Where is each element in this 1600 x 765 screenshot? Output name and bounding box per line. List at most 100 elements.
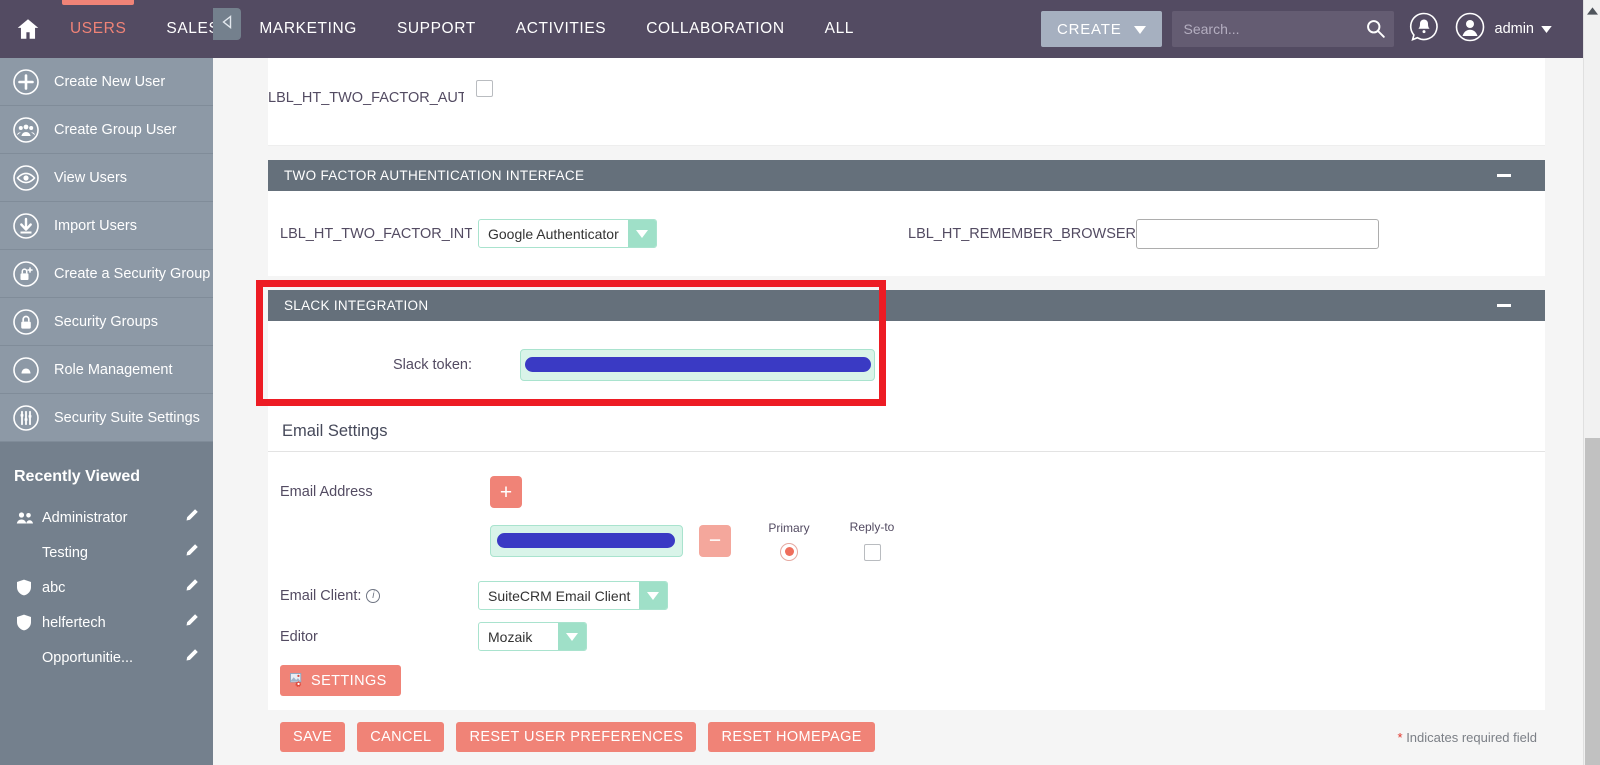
shield-icon bbox=[16, 579, 36, 596]
reset-user-preferences-button-label: RESET USER PREFERENCES bbox=[469, 729, 684, 745]
sidebar-item-create-group-user[interactable]: Create Group User bbox=[0, 106, 213, 154]
tab-users-label: USERS bbox=[70, 20, 127, 37]
tab-marketing[interactable]: MARKETING bbox=[239, 0, 377, 58]
two-factor-auth-row-panel: LBL_HT_TWO_FACTOR_AUTH: bbox=[268, 58, 1545, 146]
home-icon[interactable] bbox=[6, 16, 50, 42]
tab-all-label: ALL bbox=[824, 20, 855, 37]
minus-icon[interactable] bbox=[1497, 174, 1511, 177]
email-settings-panel: Email Settings Email Address + − Primary bbox=[268, 408, 1545, 710]
notification-bell-icon[interactable] bbox=[1408, 11, 1440, 48]
save-button-label: SAVE bbox=[293, 729, 333, 745]
email-client-label: Email Client: bbox=[280, 587, 362, 604]
search-box[interactable] bbox=[1171, 11, 1394, 47]
add-email-button-label: + bbox=[499, 480, 513, 504]
email-address-entry-row: − Primary Reply-to bbox=[268, 508, 1545, 561]
email-settings-title: Email Settings bbox=[268, 408, 1545, 452]
add-email-button[interactable]: + bbox=[490, 476, 522, 508]
minus-icon[interactable] bbox=[1497, 304, 1511, 307]
eye-icon bbox=[12, 164, 40, 192]
required-note-text: Indicates required field bbox=[1406, 729, 1537, 745]
main-content: LBL_HT_TWO_FACTOR_AUTH: TWO FACTOR AUTHE… bbox=[213, 58, 1600, 765]
sidebar-item-security-groups[interactable]: Security Groups bbox=[0, 298, 213, 346]
tab-support[interactable]: SUPPORT bbox=[377, 0, 496, 58]
recent-item-opportunities[interactable]: Opportunitie... bbox=[0, 640, 213, 675]
required-star: * bbox=[1397, 729, 1403, 745]
pencil-icon[interactable] bbox=[184, 648, 199, 667]
sidebar-item-create-new-user[interactable]: Create New User bbox=[0, 58, 213, 106]
email-client-label-wrap: Email Client: i bbox=[268, 588, 478, 604]
recent-item-testing[interactable]: Testing bbox=[0, 535, 213, 570]
tab-collaboration[interactable]: COLLABORATION bbox=[626, 0, 804, 58]
scrollbar-thumb[interactable] bbox=[1585, 438, 1600, 765]
pencil-icon[interactable] bbox=[184, 613, 199, 632]
email-address-label: Email Address bbox=[280, 484, 373, 500]
module-tabs: USERS SALES MARKETING SUPPORT ACTIVITIES… bbox=[50, 0, 874, 58]
two-factor-interface-label: LBL_HT_TWO_FACTOR_INTERFA bbox=[280, 225, 472, 242]
slack-token-redaction bbox=[525, 357, 871, 372]
email-client-select[interactable]: SuiteCRM Email Client bbox=[478, 581, 669, 610]
replyto-column: Reply-to bbox=[841, 520, 903, 561]
info-icon[interactable]: i bbox=[366, 588, 381, 603]
remove-email-button-label: − bbox=[708, 529, 722, 552]
sidebar-collapse-toggle[interactable] bbox=[213, 8, 241, 40]
email-client-select-value: SuiteCRM Email Client bbox=[488, 587, 631, 604]
sidebar: Create New User Create Group User View U bbox=[0, 58, 213, 765]
user-preferences-form: LBL_HT_TWO_FACTOR_AUTH: TWO FACTOR AUTHE… bbox=[213, 58, 1600, 752]
cancel-button[interactable]: CANCEL bbox=[357, 722, 445, 752]
sidebar-item-security-suite-settings[interactable]: Security Suite Settings bbox=[0, 394, 213, 442]
sidebar-item-create-a-security-group[interactable]: Create a Security Group bbox=[0, 250, 213, 298]
header-actions: CREATE Search... admin bbox=[1040, 11, 1600, 48]
remember-browser-input[interactable] bbox=[1136, 218, 1380, 249]
primary-radio[interactable] bbox=[780, 542, 798, 561]
recent-item-abc[interactable]: abc bbox=[0, 570, 213, 605]
two-factor-interface-panel-body: LBL_HT_TWO_FACTOR_INTERFA Google Authent… bbox=[268, 191, 1545, 276]
sidebar-item-view-users[interactable]: View Users bbox=[0, 154, 213, 202]
two-factor-interface-field: LBL_HT_TWO_FACTOR_INTERFA Google Authent… bbox=[268, 219, 908, 248]
tab-activities[interactable]: ACTIVITIES bbox=[496, 0, 626, 58]
recent-item-administrator[interactable]: Administrator bbox=[0, 500, 213, 535]
remove-email-button[interactable]: − bbox=[699, 524, 731, 557]
slack-integration-panel-header[interactable]: SLACK INTEGRATION bbox=[268, 290, 1545, 321]
user-avatar-icon[interactable] bbox=[1454, 11, 1486, 48]
editor-label: Editor bbox=[280, 628, 318, 645]
vertical-scrollbar[interactable] bbox=[1583, 0, 1600, 765]
editor-select[interactable]: Mozaik bbox=[478, 622, 587, 651]
tab-all[interactable]: ALL bbox=[805, 0, 874, 58]
sidebar-item-label: Import Users bbox=[54, 217, 137, 234]
two-factor-auth-label: LBL_HT_TWO_FACTOR_AUTH: bbox=[268, 89, 464, 106]
reset-homepage-button[interactable]: RESET HOMEPAGE bbox=[708, 722, 875, 752]
save-button[interactable]: SAVE bbox=[280, 722, 346, 752]
scroll-up-arrow-icon[interactable] bbox=[1587, 2, 1598, 20]
two-factor-interface-select[interactable]: Google Authenticator bbox=[478, 219, 657, 248]
two-factor-auth-checkbox[interactable] bbox=[476, 80, 493, 97]
email-settings-button[interactable]: SETTINGS bbox=[280, 665, 401, 696]
two-factor-interface-panel-header[interactable]: TWO FACTOR AUTHENTICATION INTERFACE bbox=[268, 160, 1545, 191]
sidebar-item-label: Security Groups bbox=[54, 313, 158, 330]
tab-sales-label: SALES bbox=[166, 20, 220, 37]
admin-menu[interactable]: admin bbox=[1495, 21, 1553, 37]
chevron-down-icon bbox=[1133, 21, 1146, 38]
email-address-input[interactable] bbox=[490, 524, 683, 557]
search-icon[interactable] bbox=[1365, 18, 1386, 44]
recent-item-label: abc bbox=[42, 579, 66, 596]
replyto-checkbox[interactable] bbox=[863, 544, 881, 561]
pencil-icon[interactable] bbox=[184, 543, 199, 562]
sidebar-item-role-management[interactable]: Role Management bbox=[0, 346, 213, 394]
sidebar-item-label: Create New User bbox=[54, 73, 166, 90]
slack-integration-panel-title: SLACK INTEGRATION bbox=[284, 298, 429, 313]
users-icon bbox=[16, 511, 36, 525]
tab-collaboration-label: COLLABORATION bbox=[646, 20, 785, 37]
tab-support-label: SUPPORT bbox=[396, 20, 476, 37]
replyto-label: Reply-to bbox=[849, 520, 895, 534]
pencil-icon[interactable] bbox=[184, 578, 199, 597]
sidebar-item-import-users[interactable]: Import Users bbox=[0, 202, 213, 250]
create-button[interactable]: CREATE bbox=[1040, 11, 1162, 47]
pencil-icon[interactable] bbox=[184, 508, 199, 527]
reset-user-preferences-button[interactable]: RESET USER PREFERENCES bbox=[456, 722, 697, 752]
tab-users[interactable]: USERS bbox=[50, 0, 146, 58]
slack-token-input[interactable] bbox=[520, 348, 875, 381]
recent-item-helfertech[interactable]: helfertech bbox=[0, 605, 213, 640]
tab-marketing-label: MARKETING bbox=[259, 20, 357, 37]
search-input[interactable] bbox=[1171, 11, 1394, 47]
group-users-icon bbox=[12, 116, 40, 144]
